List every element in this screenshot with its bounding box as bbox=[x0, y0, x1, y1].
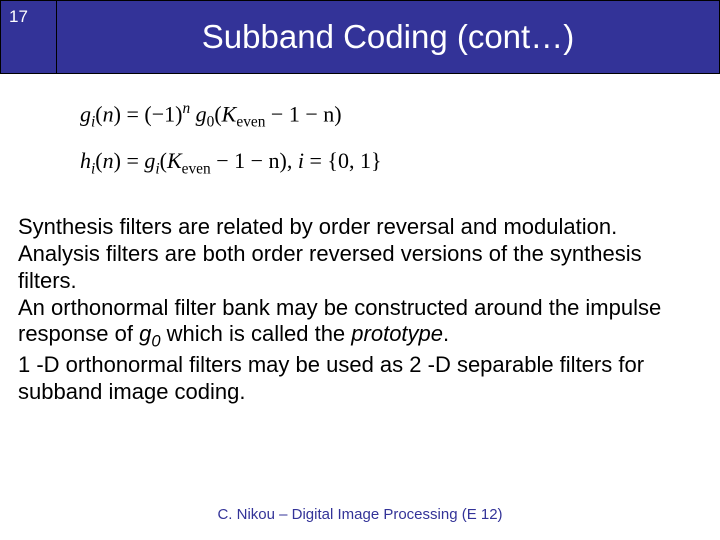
eq-tail: − 1 − n bbox=[265, 101, 334, 126]
slide-footer: C. Nikou – Digital Image Processing (E 1… bbox=[0, 506, 720, 523]
eq-sub: even bbox=[236, 114, 265, 131]
eq-var: n bbox=[103, 101, 114, 126]
body-text: Synthesis filters are related by order r… bbox=[0, 204, 720, 405]
equation-h: hi(n) = gi(Keven − 1 − n), i = {0, 1} bbox=[80, 148, 660, 178]
eq-num: −1 bbox=[152, 101, 175, 126]
paragraph: An orthonormal filter bank may be constr… bbox=[18, 295, 702, 352]
eq-op: = bbox=[126, 101, 138, 126]
eq-sub: 0 bbox=[207, 114, 215, 131]
eq-var: K bbox=[222, 101, 237, 126]
text: which is called the bbox=[161, 321, 352, 346]
eq-var: g bbox=[196, 101, 207, 126]
emphasis-prototype: prototype bbox=[351, 321, 443, 346]
eq-var: g bbox=[80, 101, 91, 126]
eq-op: = bbox=[310, 148, 322, 173]
equation-g: gi(n) = (−1)n g0(Keven − 1 − n) bbox=[80, 100, 660, 132]
page-number-box: 17 bbox=[1, 1, 57, 73]
eq-sup: n bbox=[182, 100, 190, 117]
equation-block: gi(n) = (−1)n g0(Keven − 1 − n) hi(n) = … bbox=[0, 74, 720, 204]
eq-set: {0, 1} bbox=[327, 148, 381, 173]
paragraph: Analysis filters are both order reversed… bbox=[18, 241, 702, 295]
eq-sub: even bbox=[182, 160, 211, 177]
footer-credit: C. Nikou – Digital Image Processing (E 1… bbox=[217, 506, 502, 523]
paragraph: 1 -D orthonormal filters may be used as … bbox=[18, 352, 702, 406]
eq-sep: , bbox=[287, 148, 298, 173]
g-var: g bbox=[139, 321, 151, 346]
eq-sub: i bbox=[91, 114, 95, 131]
eq-sub: i bbox=[155, 160, 159, 177]
eq-tail: − 1 − n bbox=[211, 148, 280, 173]
eq-var: g bbox=[144, 148, 155, 173]
eq-op: = bbox=[126, 148, 138, 173]
slide-title: Subband Coding (cont…) bbox=[57, 1, 719, 73]
eq-var: K bbox=[167, 148, 182, 173]
paragraph: Synthesis filters are related by order r… bbox=[18, 214, 702, 241]
eq-var: h bbox=[80, 148, 91, 173]
slide-header: 17 Subband Coding (cont…) bbox=[0, 0, 720, 74]
text: . bbox=[443, 321, 449, 346]
eq-sub: i bbox=[91, 160, 95, 177]
page-number: 17 bbox=[9, 7, 28, 27]
eq-var: i bbox=[298, 148, 304, 173]
eq-var: n bbox=[103, 148, 114, 173]
g-sub: 0 bbox=[151, 333, 160, 351]
